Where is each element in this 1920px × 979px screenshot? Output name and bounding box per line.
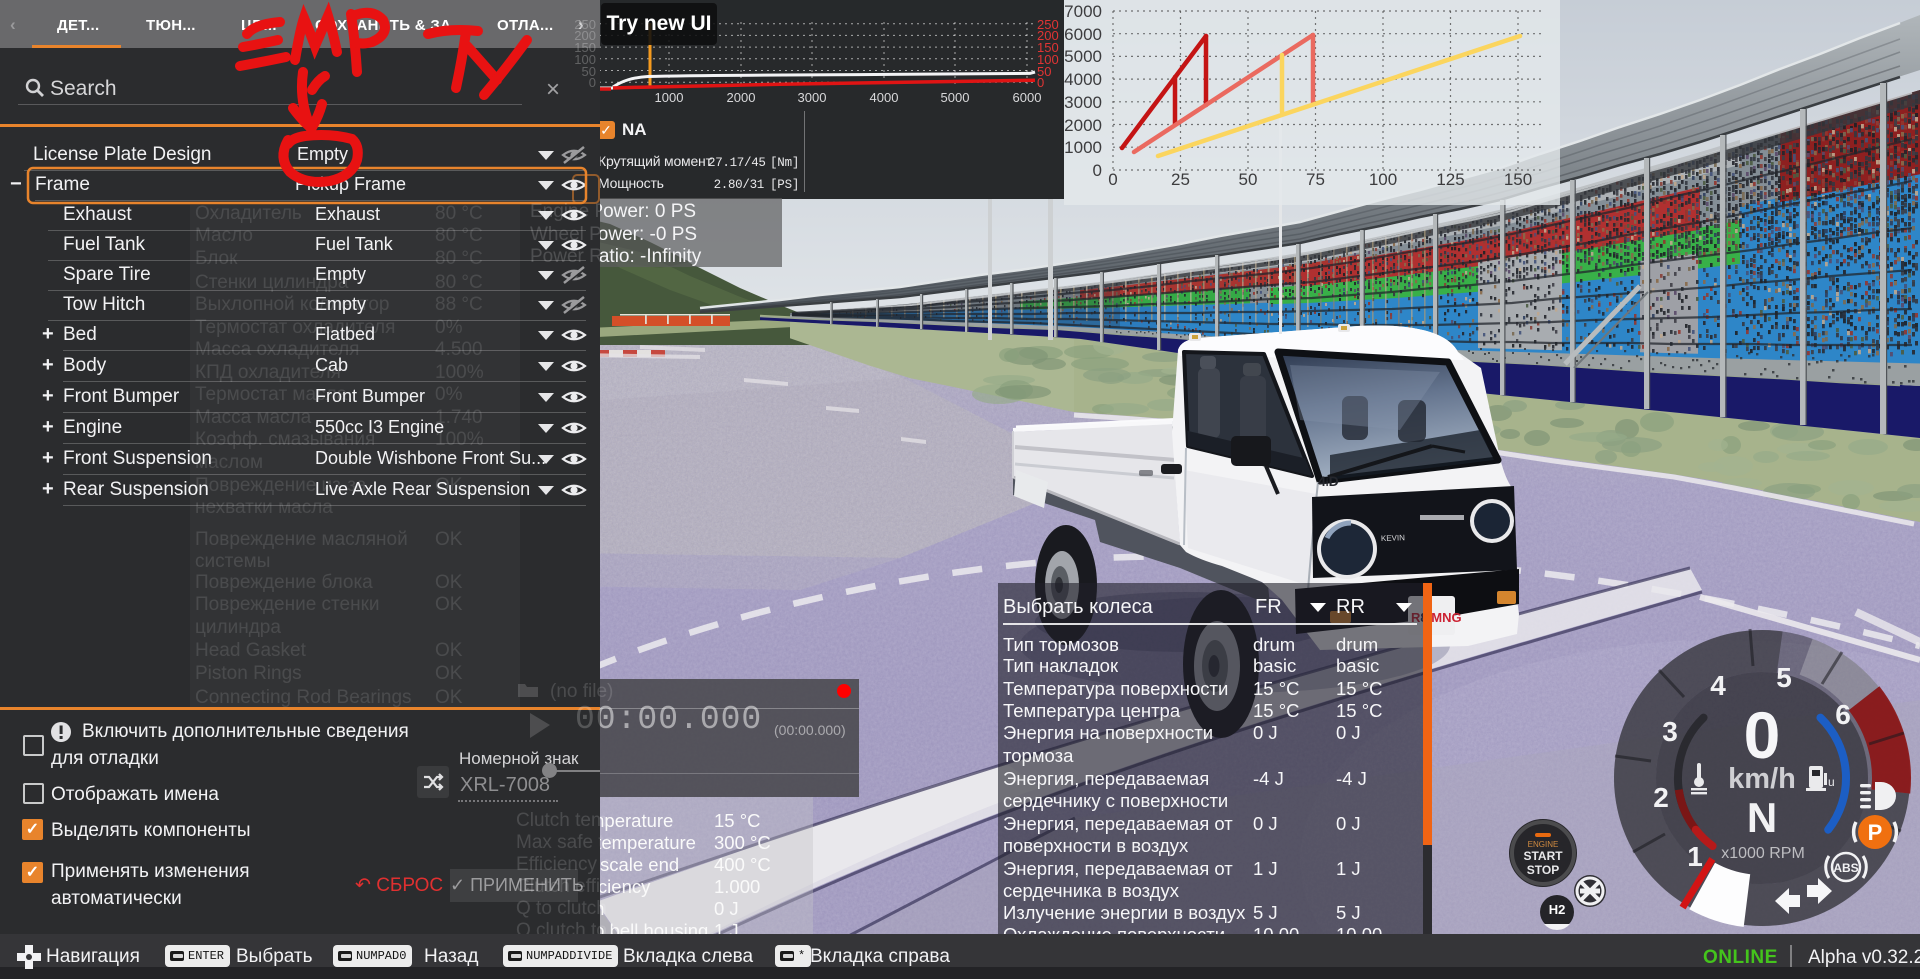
svg-text:x1000 RPM: x1000 RPM [1721,845,1805,862]
svg-text:P: P [1868,820,1883,845]
svg-text:KEVIN: KEVIN [1381,533,1406,543]
svg-text:0: 0 [1744,698,1781,772]
svg-text:ENGINE: ENGINE [1528,840,1559,849]
svg-text:4: 4 [1710,670,1726,701]
svg-text:5: 5 [1776,662,1792,693]
svg-text:km/h: km/h [1728,763,1796,795]
svg-text:6: 6 [1835,699,1851,730]
svg-text:ABS: ABS [1833,861,1858,875]
svg-text:START: START [1523,849,1563,863]
svg-text:STOP: STOP [1527,863,1559,877]
svg-text:4iD: 4iD [1318,473,1339,489]
svg-text:1: 1 [1687,841,1703,872]
svg-text:H2: H2 [1549,902,1566,917]
svg-text:3: 3 [1662,716,1678,747]
svg-text:N: N [1747,794,1777,841]
svg-text:2: 2 [1653,782,1669,813]
svg-text:u: u [1828,775,1835,789]
